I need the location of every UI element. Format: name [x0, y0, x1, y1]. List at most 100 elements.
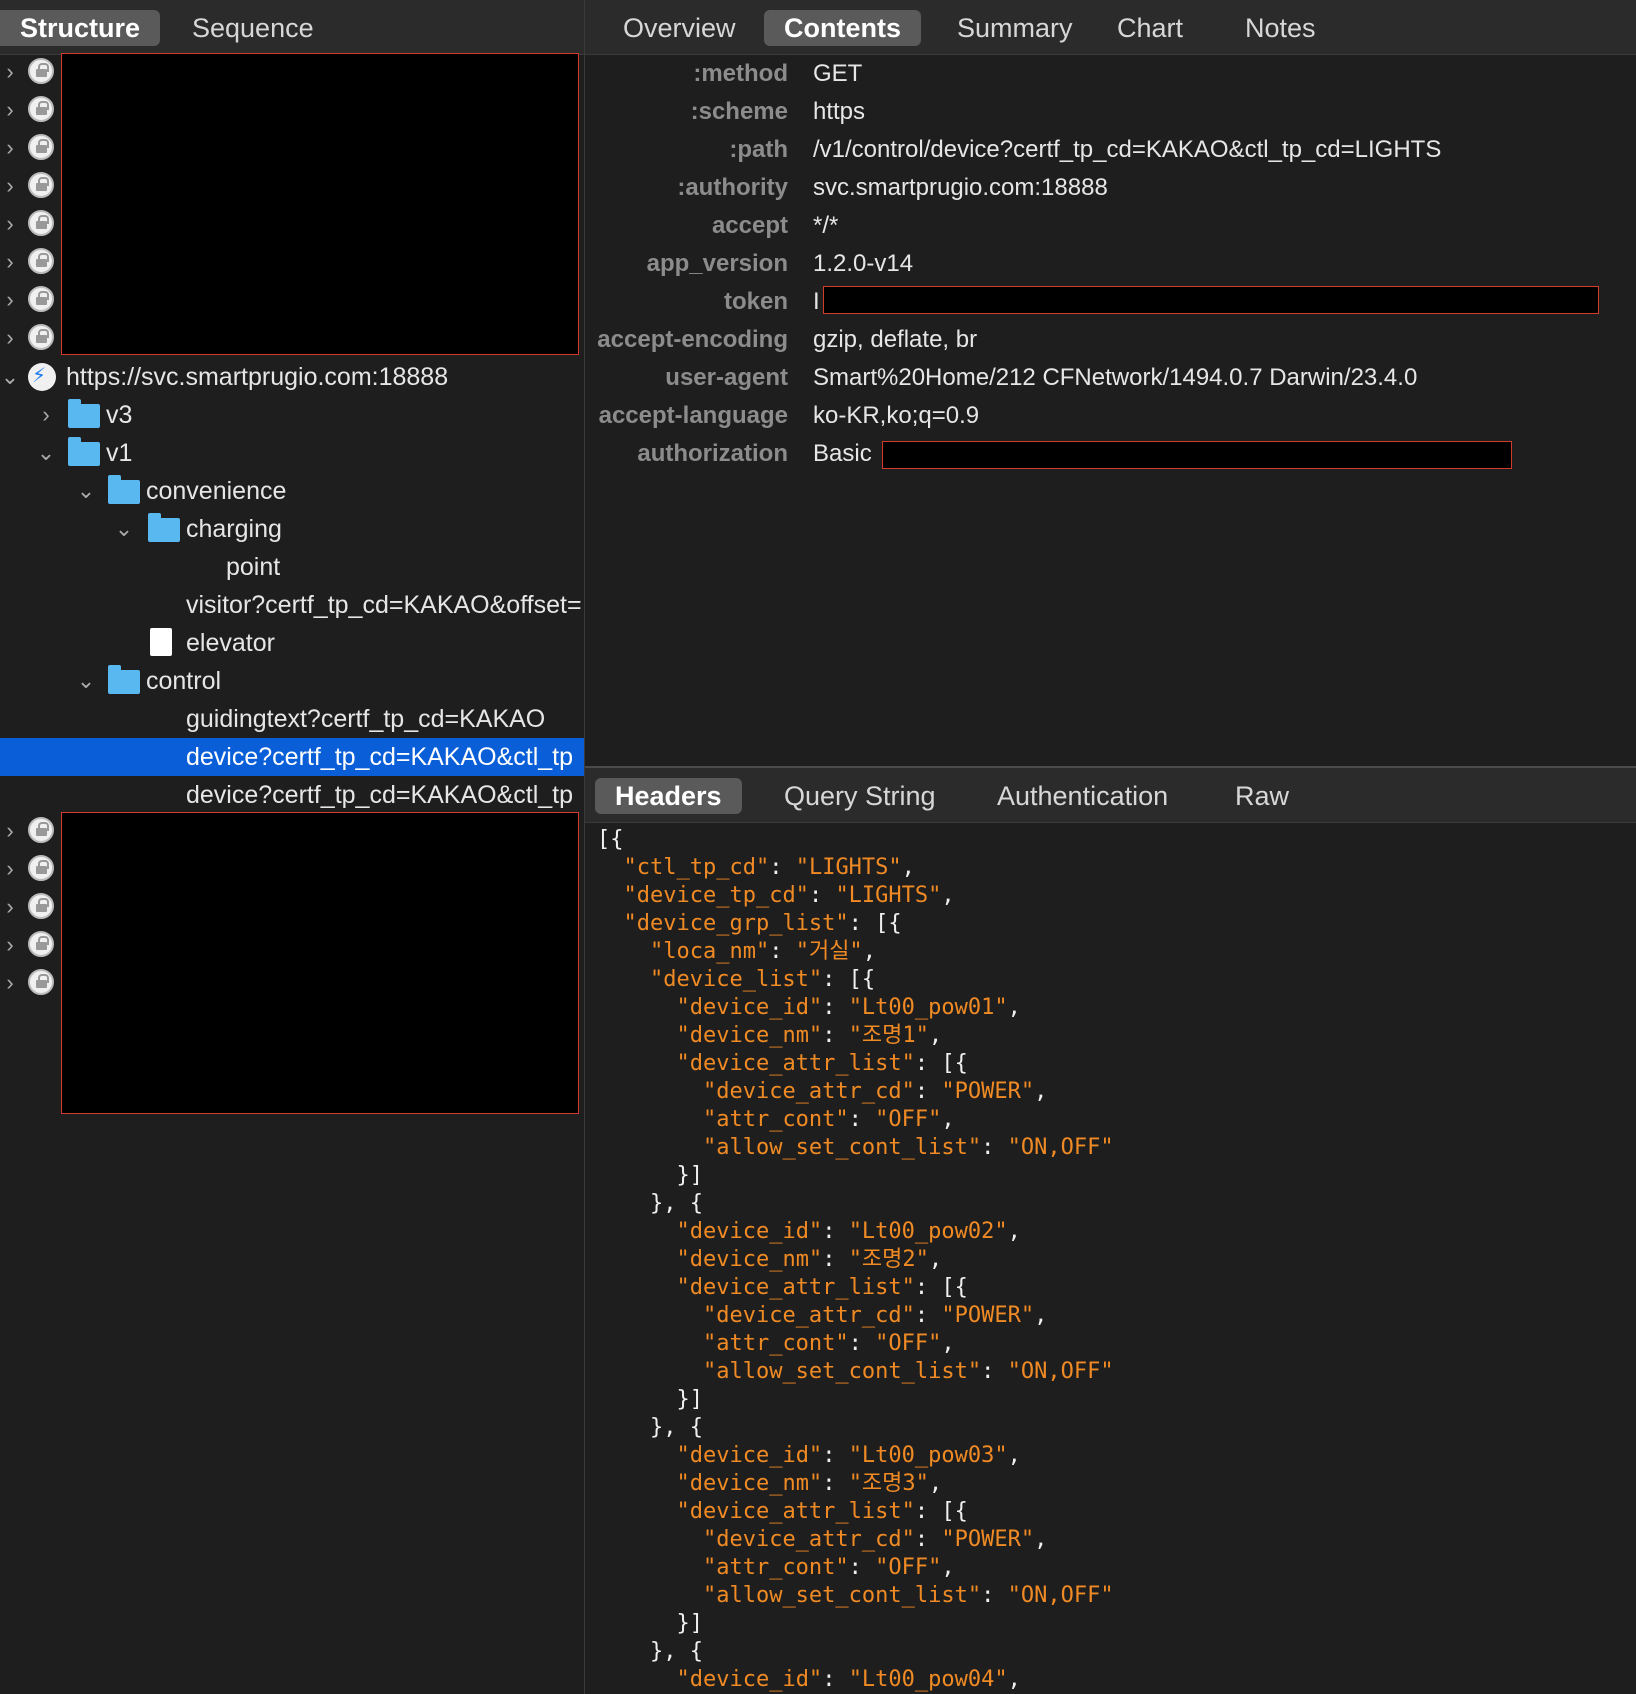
- chevron-right-icon[interactable]: ›: [0, 53, 20, 91]
- tab-contents[interactable]: Contents: [764, 10, 921, 46]
- header-key: :path: [729, 136, 788, 163]
- bottom-tab-bar: Headers Query String Authentication Raw: [585, 768, 1636, 823]
- chevron-right-icon[interactable]: ›: [0, 850, 20, 888]
- chevron-right-icon[interactable]: ›: [0, 888, 20, 926]
- tree-folder-convenience[interactable]: ⌄ convenience: [0, 472, 584, 510]
- tab-headers[interactable]: Headers: [595, 778, 742, 814]
- tree-folder-control[interactable]: ⌄ control: [0, 662, 584, 700]
- json-line: "device_attr_cd": "POWER",: [702, 1079, 1048, 1104]
- chevron-right-icon[interactable]: ›: [36, 396, 56, 434]
- chevron-down-icon[interactable]: ⌄: [114, 510, 134, 548]
- chevron-down-icon[interactable]: ⌄: [0, 358, 20, 396]
- tree-file-elevator[interactable]: elevator: [0, 624, 584, 662]
- tree-file-device[interactable]: device?certf_tp_cd=KAKAO&ctl_tp: [0, 776, 584, 814]
- chevron-right-icon[interactable]: ›: [0, 319, 20, 357]
- json-body[interactable]: [{ "ctl_tp_cd": "LIGHTS", "device_tp_cd"…: [597, 826, 1636, 1694]
- header-row: :scheme https: [585, 94, 1636, 130]
- chevron-right-icon[interactable]: ›: [0, 281, 20, 319]
- structure-pane: Structure Sequence › › › › › › › › ⌄ htt…: [0, 0, 585, 1694]
- lock-icon: [28, 96, 54, 122]
- lock-icon: [28, 969, 54, 995]
- lock-icon: [28, 855, 54, 881]
- json-line: "device_attr_list": [{: [676, 1051, 968, 1076]
- header-value: /v1/control/device?certf_tp_cd=KAKAO&ctl…: [813, 136, 1442, 163]
- chevron-right-icon[interactable]: ›: [0, 91, 20, 129]
- json-line: "device_attr_list": [{: [676, 1275, 968, 1300]
- header-row: :method GET: [585, 56, 1636, 92]
- tree-file-device-selected[interactable]: device?certf_tp_cd=KAKAO&ctl_tp: [0, 738, 584, 776]
- tree-folder-v1[interactable]: ⌄ v1: [0, 434, 584, 472]
- tree-file-guidingtext[interactable]: guidingtext?certf_tp_cd=KAKAO: [0, 700, 584, 738]
- lock-icon: [28, 286, 54, 312]
- json-line: "device_nm": "조명2",: [676, 1247, 943, 1272]
- json-line: "device_tp_cd": "LIGHTS",: [623, 883, 955, 908]
- json-line: }]: [597, 1387, 703, 1412]
- header-row: accept-encoding gzip, deflate, br: [585, 322, 1636, 358]
- right-tab-bar: Overview Contents Summary Chart Notes: [585, 0, 1636, 55]
- header-key: app_version: [646, 250, 788, 277]
- header-value: Smart%20Home/212 CFNetwork/1494.0.7 Darw…: [813, 364, 1418, 391]
- chevron-down-icon[interactable]: ⌄: [76, 472, 96, 510]
- inspector-pane: Overview Contents Summary Chart Notes :m…: [585, 0, 1636, 1694]
- json-line: "attr_cont": "OFF",: [702, 1331, 955, 1356]
- chevron-right-icon[interactable]: ›: [0, 205, 20, 243]
- json-line: "loca_nm": "거실",: [649, 939, 876, 964]
- header-row: app_version 1.2.0-v14: [585, 246, 1636, 282]
- json-line: "attr_cont": "OFF",: [702, 1555, 955, 1580]
- header-value: */*: [813, 212, 839, 239]
- lock-icon: [28, 58, 54, 84]
- json-line: "device_id": "Lt00_pow03",: [676, 1443, 1021, 1468]
- folder-icon: [68, 399, 100, 428]
- tree-folder-v3[interactable]: › v3: [0, 396, 584, 434]
- json-line: "device_attr_cd": "POWER",: [702, 1303, 1048, 1328]
- json-line: "attr_cont": "OFF",: [702, 1107, 955, 1132]
- tab-summary[interactable]: Summary: [937, 10, 1093, 46]
- lock-icon: [28, 324, 54, 350]
- tree-file-point[interactable]: point: [0, 548, 584, 586]
- chevron-right-icon[interactable]: ›: [0, 167, 20, 205]
- redacted-hosts-bottom: [61, 812, 579, 1114]
- json-line: }]: [597, 1611, 703, 1636]
- chevron-down-icon[interactable]: ⌄: [36, 434, 56, 472]
- tree-label: elevator: [186, 629, 275, 657]
- json-line: }, {: [597, 1415, 703, 1440]
- chevron-right-icon[interactable]: ›: [0, 926, 20, 964]
- header-value: Basic: [813, 440, 872, 467]
- header-row: user-agent Smart%20Home/212 CFNetwork/149…: [585, 360, 1636, 396]
- chevron-right-icon[interactable]: ›: [0, 243, 20, 281]
- tree-folder-charging[interactable]: ⌄ charging: [0, 510, 584, 548]
- header-row: accept */*: [585, 208, 1636, 244]
- header-key: :authority: [677, 174, 788, 201]
- chevron-right-icon[interactable]: ›: [0, 964, 20, 1002]
- tab-overview[interactable]: Overview: [603, 10, 756, 46]
- tab-notes[interactable]: Notes: [1225, 10, 1336, 46]
- json-line: "device_attr_list": [{: [676, 1499, 968, 1524]
- tree-file-visitor[interactable]: visitor?certf_tp_cd=KAKAO&offset=: [0, 586, 584, 624]
- tree-label: convenience: [146, 477, 287, 505]
- tab-query-string[interactable]: Query String: [764, 778, 956, 814]
- lock-icon: [28, 172, 54, 198]
- json-line: }, {: [597, 1639, 703, 1664]
- tab-chart[interactable]: Chart: [1097, 10, 1203, 46]
- header-key: :scheme: [690, 98, 788, 125]
- header-value: https: [813, 98, 866, 125]
- folder-icon: [108, 475, 140, 504]
- chevron-down-icon[interactable]: ⌄: [76, 662, 96, 700]
- tab-raw[interactable]: Raw: [1215, 778, 1309, 814]
- chevron-right-icon[interactable]: ›: [0, 812, 20, 850]
- json-line: "allow_set_cont_list": "ON,OFF": [702, 1583, 1114, 1608]
- tree-label: charging: [186, 515, 282, 543]
- header-value: 1.2.0-v14: [813, 250, 914, 277]
- chevron-right-icon[interactable]: ›: [0, 129, 20, 167]
- tree-host-svc[interactable]: ⌄ https://svc.smartprugio.com:18888: [0, 358, 584, 396]
- header-value: gzip, deflate, br: [813, 326, 978, 353]
- json-line: }]: [597, 1163, 703, 1188]
- json-line: "device_id": "Lt00_pow01",: [676, 995, 1021, 1020]
- tab-sequence[interactable]: Sequence: [172, 10, 334, 46]
- tree-label: device?certf_tp_cd=KAKAO&ctl_tp: [186, 781, 574, 809]
- tab-authentication[interactable]: Authentication: [977, 778, 1188, 814]
- json-line: "device_nm": "조명3",: [676, 1471, 943, 1496]
- lock-icon: [28, 248, 54, 274]
- tab-structure[interactable]: Structure: [0, 10, 160, 46]
- tree-label: point: [226, 553, 281, 581]
